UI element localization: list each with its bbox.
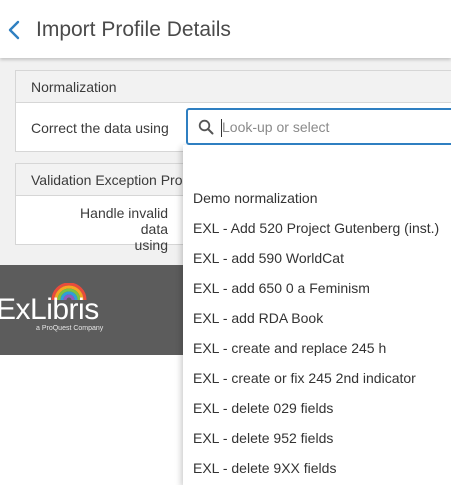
search-input[interactable] (222, 115, 447, 139)
dropdown-option[interactable]: EXL - create or fix 245 2nd indicator (193, 370, 416, 386)
dropdown-option[interactable]: EXL - add 590 WorldCat (193, 250, 344, 266)
handle-invalid-data-label: Handle invalid data using (49, 205, 168, 253)
correct-data-label: Correct the data using (31, 120, 169, 136)
page-title: Import Profile Details (36, 18, 231, 41)
dropdown-option[interactable]: Demo normalization (193, 190, 318, 206)
dropdown-option[interactable]: EXL - delete 029 fields (193, 400, 333, 416)
search-icon (198, 119, 214, 135)
handle-invalid-data-label-line2: using (134, 237, 168, 253)
logo-subtext: a ProQuest Company (36, 325, 104, 332)
normalization-section-title: Normalization (16, 71, 451, 103)
dropdown-option[interactable]: EXL - delete 9XX fields (193, 460, 336, 476)
dropdown-list[interactable]: Demo normalization EXL - Add 520 Project… (183, 145, 451, 485)
search-field[interactable] (186, 108, 451, 145)
dropdown-option[interactable]: EXL - create and replace 245 h (193, 340, 386, 356)
dropdown-option[interactable]: EXL - add RDA Book (193, 310, 323, 326)
exlibris-logo: ExLibris a ProQuest Company (0, 283, 126, 343)
dropdown-option[interactable]: EXL - add 650 0 a Feminism (193, 280, 370, 296)
handle-invalid-data-label-line1: Handle invalid data (80, 205, 168, 237)
back-button[interactable] (4, 18, 26, 42)
logo-text: ExLibris (0, 293, 99, 326)
dropdown-option[interactable]: EXL - delete 952 fields (193, 430, 333, 446)
dropdown-option[interactable]: EXL - Add 520 Project Gutenberg (inst.) (193, 220, 439, 236)
chevron-left-icon (8, 20, 20, 40)
page-header: Import Profile Details (0, 0, 451, 58)
